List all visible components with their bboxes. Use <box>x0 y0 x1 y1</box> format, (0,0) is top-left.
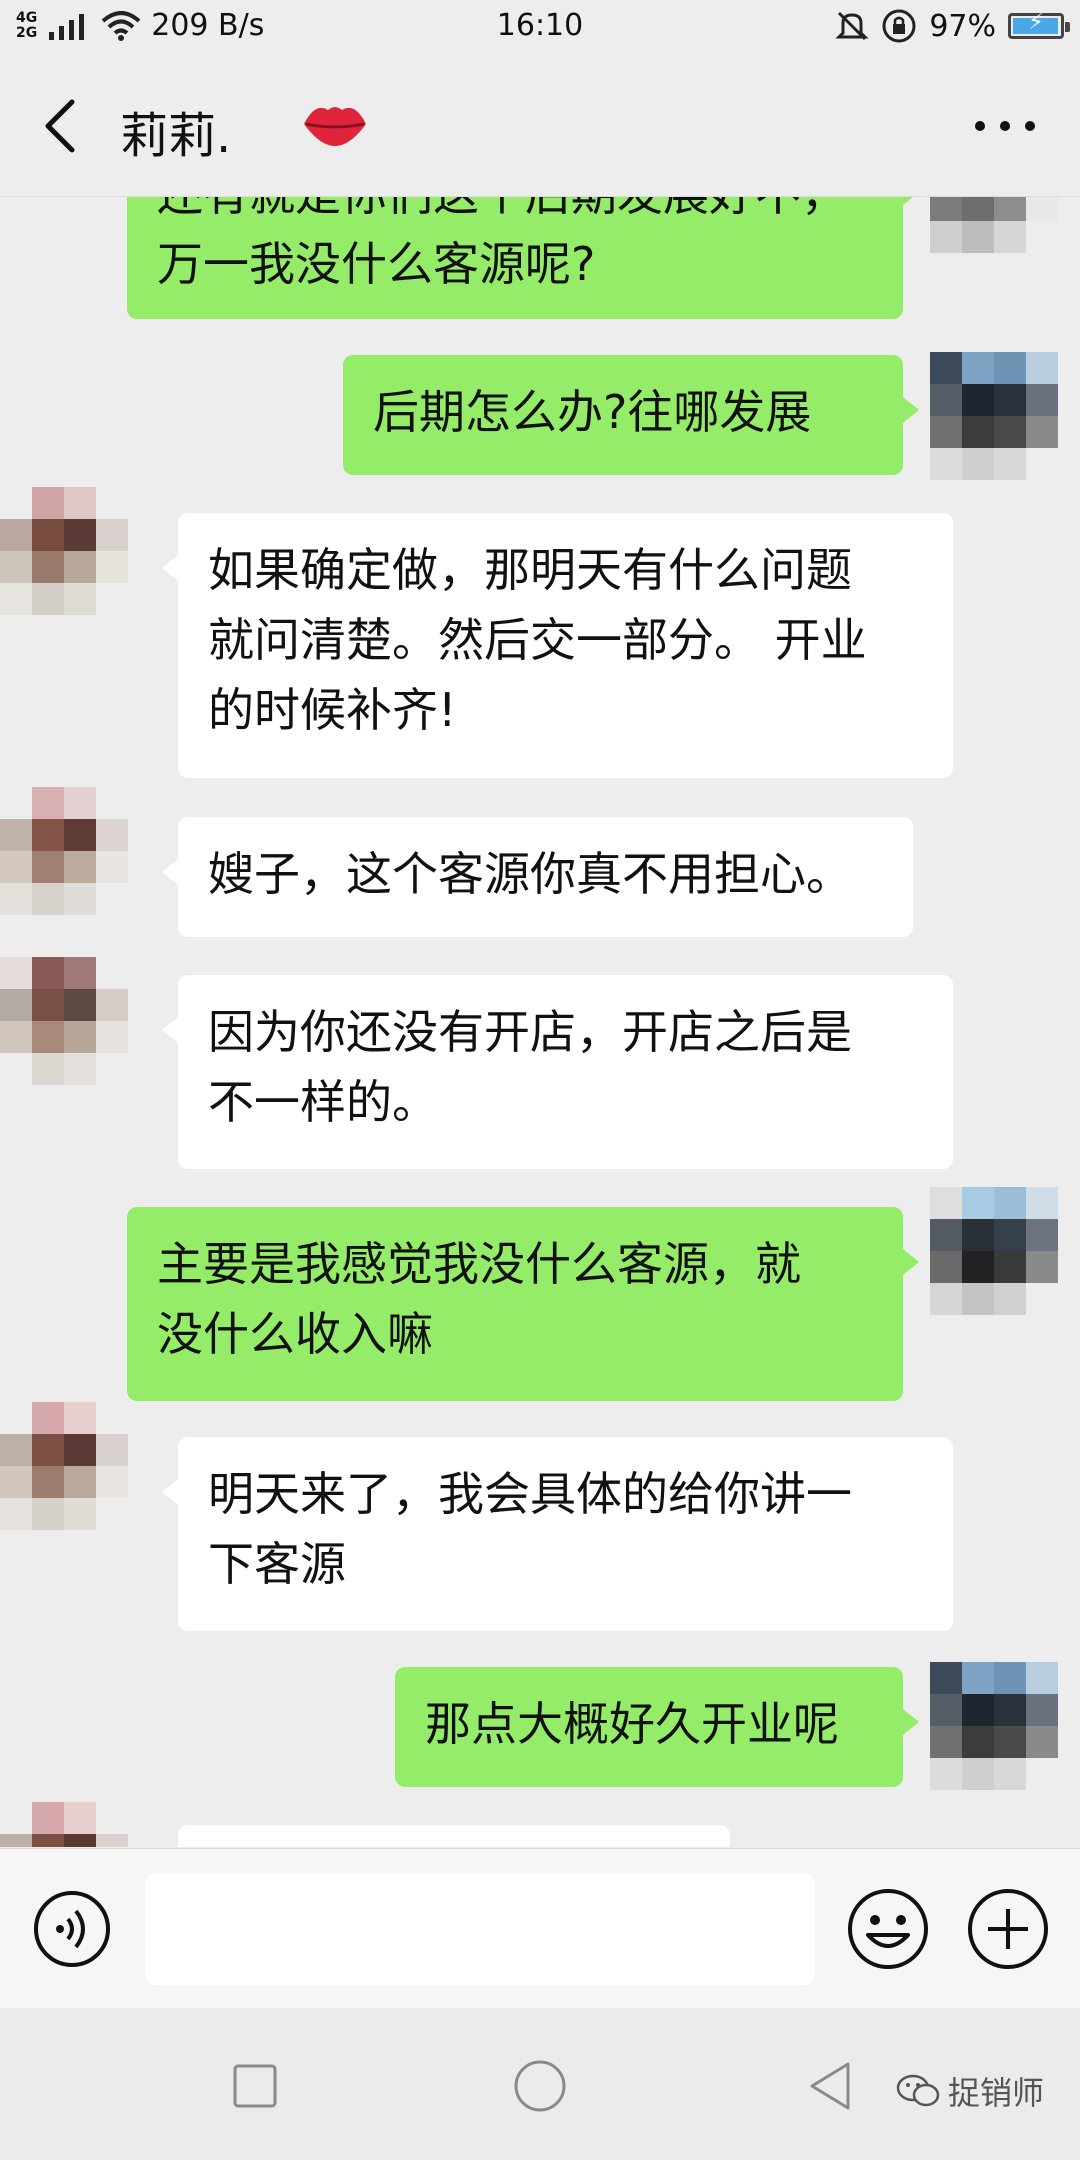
message-text: 嫂子，这个客源你真不用担心。 <box>208 847 852 901</box>
home-icon[interactable] <box>510 2056 570 2116</box>
input-bar <box>0 1848 1080 2009</box>
mute-icon <box>835 11 869 41</box>
message-bubble-incoming[interactable]: 明天来了，我会具体的给你讲一 下客源 <box>162 1437 953 1631</box>
watermark: 捉销师 <box>896 2068 1044 2114</box>
message-bubble-outgoing[interactable]: 还有就是你们这个后期发展好不， 万一我没什么客源呢? <box>127 197 919 319</box>
message-bubble-outgoing[interactable]: 主要是我感觉我没什么客源，就 没什么收入嘛 <box>127 1207 919 1401</box>
message-list[interactable]: 还有就是你们这个后期发展好不， 万一我没什么客源呢? 后期怎么办?往哪发展 如果… <box>0 197 1080 1847</box>
message-bubble-incoming[interactable]: 嫂子，这个客源你真不用担心。 <box>162 817 913 937</box>
battery-percent: 97% <box>929 8 996 44</box>
message-text: 如果确定做，那明天有什么问题 就问清楚。然后交一部分。 开业 的时候补齐! <box>208 543 867 737</box>
chat-header: 莉莉. <box>0 56 1080 197</box>
rotation-lock-icon <box>882 9 916 43</box>
avatar[interactable] <box>930 197 1058 285</box>
watermark-text: 捉销师 <box>947 2074 1044 2112</box>
avatar[interactable] <box>0 1802 128 1847</box>
recents-icon[interactable] <box>225 2056 285 2116</box>
avatar[interactable] <box>930 1662 1058 1790</box>
battery-icon: ⚡ <box>1008 10 1070 39</box>
plus-icon[interactable] <box>966 1887 1050 1971</box>
status-bar: 4G 2G 209 B/s 16:10 97% ⚡ <box>0 0 1080 56</box>
message-input[interactable] <box>145 1873 815 1985</box>
status-right: 97% ⚡ <box>835 8 1070 44</box>
avatar[interactable] <box>0 487 128 615</box>
message-bubble-incoming[interactable]: 因为你还没有开店，开店之后是 不一样的。 <box>162 975 953 1169</box>
avatar[interactable] <box>0 1402 128 1530</box>
message-text: 主要是我感觉我没什么客源，就 没什么收入嘛 <box>157 1237 801 1361</box>
message-bubble-outgoing[interactable]: 后期怎么办?往哪发展 <box>343 355 919 475</box>
voice-icon[interactable] <box>32 1889 112 1969</box>
message-text: 那点大概好久开业呢 <box>425 1697 839 1751</box>
message-text: 明天来了，我会具体的给你讲一 下客源 <box>208 1467 852 1591</box>
message-text: 还有就是你们这个后期发展好不， 万一我没什么客源呢? <box>157 197 847 291</box>
emoji-icon[interactable] <box>846 1887 930 1971</box>
message-text: 因为你还没有开店，开店之后是 不一样的。 <box>208 1005 852 1129</box>
chat-title[interactable]: 莉莉. <box>120 96 231 166</box>
back-nav-icon[interactable] <box>800 2056 860 2116</box>
charging-icon: ⚡ <box>1028 10 1044 35</box>
more-dots-icon[interactable] <box>970 106 1040 146</box>
avatar[interactable] <box>930 352 1058 480</box>
message-text: 后期怎么办?往哪发展 <box>373 385 812 439</box>
system-nav-bar: 捉销师 <box>0 2008 1080 2160</box>
lips-icon <box>304 107 366 146</box>
chevron-left-icon[interactable] <box>40 98 80 154</box>
message-bubble-incoming[interactable] <box>178 1825 730 1847</box>
message-bubble-outgoing[interactable]: 那点大概好久开业呢 <box>395 1667 919 1787</box>
message-bubble-incoming[interactable]: 如果确定做，那明天有什么问题 就问清楚。然后交一部分。 开业 的时候补齐! <box>162 513 953 778</box>
avatar[interactable] <box>0 957 128 1085</box>
avatar[interactable] <box>0 787 128 915</box>
wechat-logo-icon <box>896 2074 940 2107</box>
avatar[interactable] <box>930 1187 1058 1315</box>
